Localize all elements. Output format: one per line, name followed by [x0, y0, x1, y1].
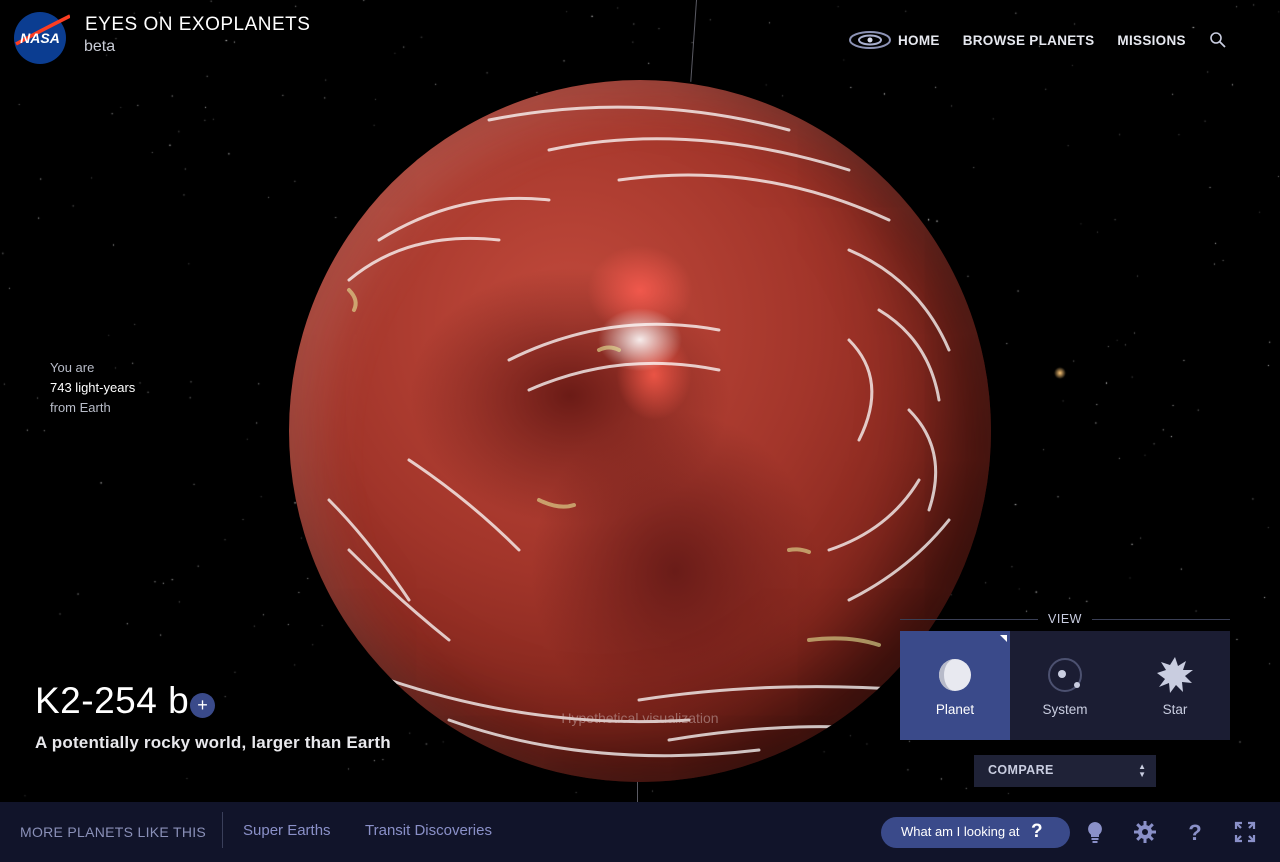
distance-suffix: from Earth — [50, 400, 111, 415]
active-corner-indicator — [1000, 635, 1007, 642]
galaxy-icon[interactable] — [848, 30, 892, 50]
divider — [1091, 618, 1231, 620]
fullscreen-icon[interactable] — [1231, 818, 1259, 846]
lightbulb-icon[interactable] — [1081, 818, 1109, 846]
nav-missions[interactable]: MISSIONS — [1117, 33, 1185, 48]
svg-text:?: ? — [1188, 820, 1201, 845]
orbit-line — [637, 780, 638, 802]
more-info-button[interactable]: + — [190, 693, 215, 718]
app-title: EYES ON EXOPLANETS — [85, 14, 311, 35]
compare-label: COMPARE — [988, 763, 1054, 777]
more-planets-label: MORE PLANETS LIKE THIS — [20, 824, 207, 840]
view-system-label: System — [1042, 702, 1088, 717]
view-system-button[interactable]: System — [1010, 631, 1120, 740]
link-transit-discoveries[interactable]: Transit Discoveries — [365, 822, 492, 839]
nav-home[interactable]: HOME — [898, 33, 940, 48]
view-label: VIEW — [1048, 612, 1082, 626]
compare-dropdown[interactable]: COMPARE ▲ ▼ — [974, 755, 1156, 787]
view-star-button[interactable]: Star — [1120, 631, 1230, 740]
distance-readout: You are 743 light-years from Earth — [50, 358, 135, 418]
search-icon[interactable] — [1209, 31, 1227, 49]
nasa-logo-text: NASA — [20, 30, 60, 46]
what-am-i-looking-at-button[interactable]: What am I looking at ? — [881, 817, 1070, 848]
view-star-label: Star — [1162, 702, 1188, 717]
star-icon — [1157, 657, 1193, 693]
divider — [222, 812, 223, 848]
view-selector: Planet System Star — [900, 631, 1230, 740]
planet-visualization[interactable] — [289, 80, 991, 782]
bottom-bar: MORE PLANETS LIKE THIS Super Earths Tran… — [0, 802, 1280, 862]
dropdown-arrows-icon: ▲ ▼ — [1138, 762, 1146, 779]
planet-name: K2-254 b — [35, 680, 190, 721]
app-subtitle: beta — [84, 38, 116, 55]
planet-icon — [939, 659, 971, 691]
hypothetical-visualization-note: Hypothetical visualization — [561, 710, 719, 726]
view-section-label: VIEW — [900, 612, 1231, 626]
question-icon: ? — [1031, 821, 1043, 842]
top-nav: HOME BROWSE PLANETS MISSIONS — [848, 30, 1227, 50]
view-planet-label: Planet — [935, 702, 975, 717]
nasa-logo[interactable]: NASA — [12, 10, 70, 66]
help-icon[interactable]: ? — [1181, 818, 1209, 846]
view-planet-button[interactable]: Planet — [900, 631, 1010, 740]
system-icon — [1048, 658, 1082, 692]
what-am-i-looking-at-label: What am I looking at — [901, 824, 1020, 839]
link-super-earths[interactable]: Super Earths — [243, 822, 331, 839]
settings-gear-icon[interactable] — [1131, 818, 1159, 846]
divider — [900, 618, 1039, 620]
distance-value: 743 light-years — [50, 380, 136, 395]
cloud-swirls — [327, 105, 951, 758]
planet-tagline: A potentially rocky world, larger than E… — [35, 733, 391, 752]
nav-browse-planets[interactable]: BROWSE PLANETS — [963, 33, 1095, 48]
distance-prefix: You are — [50, 360, 95, 375]
